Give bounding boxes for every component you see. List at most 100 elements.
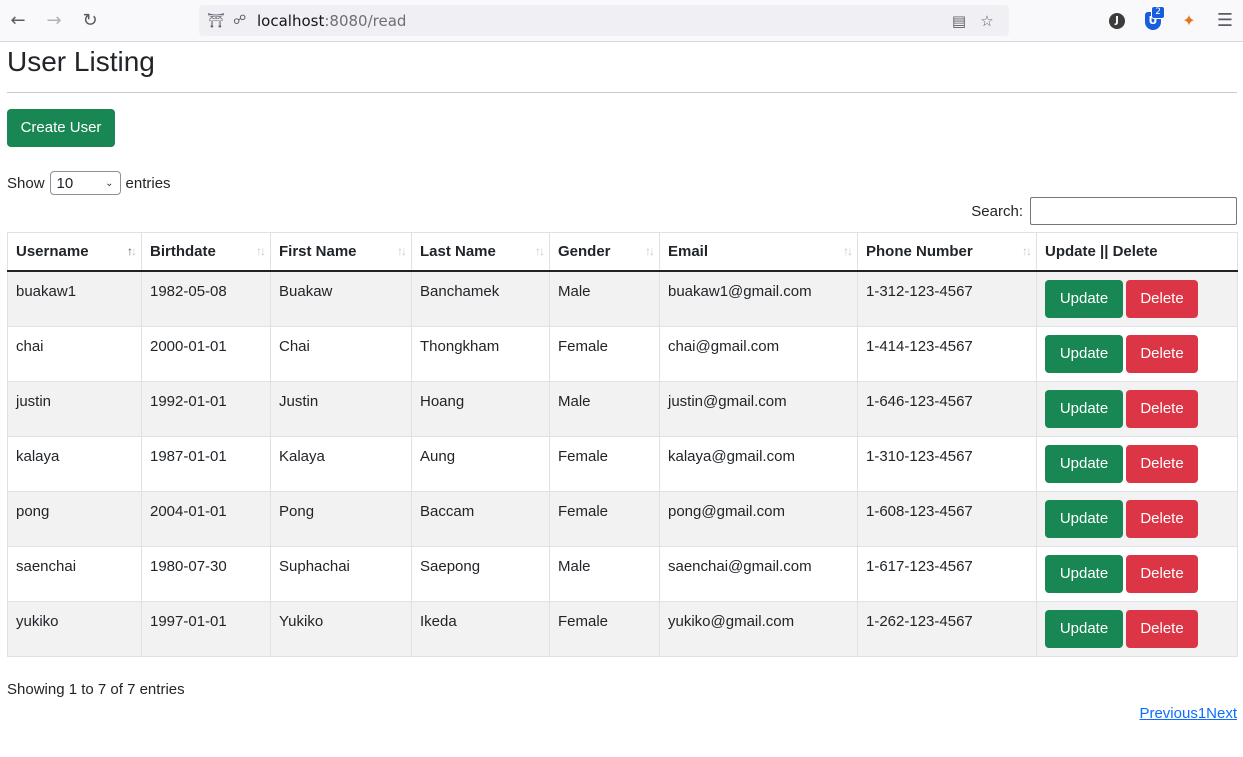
table-cell: Justin (270, 381, 412, 437)
table-row: pong 2004-01-01 Pong Baccam Female pong@gmail… (7, 491, 1238, 547)
table-cell: 1980-07-30 (141, 546, 271, 602)
delete-button[interactable]: Delete (1126, 500, 1198, 538)
address-bar[interactable]: ⛩ ☍ localhost:8080/read ▤ ☆ (199, 5, 1009, 36)
column-header: Update || Delete (1036, 232, 1238, 272)
entries-length-control: Show 10 ⌄ entries (7, 171, 1237, 195)
table-cell: Female (549, 436, 660, 492)
column-header-label: Email (668, 243, 709, 260)
users-table: Username ↑↓ Birthdate ↑↓ First Name ↑↓ Last Na… (7, 232, 1238, 657)
table-cell: Yukiko (270, 601, 412, 657)
update-button[interactable]: Update (1045, 335, 1123, 373)
url-path: :8080/read (324, 11, 407, 30)
url-host: localhost (257, 11, 325, 30)
column-header-label: Update || Delete (1045, 243, 1158, 260)
table-cell: Chai (270, 326, 412, 382)
entries-select[interactable]: 10 ⌄ (49, 171, 121, 195)
row-actions: Update Delete (1036, 601, 1238, 657)
sort-icon: ↑↓ (1022, 244, 1032, 258)
table-cell: Female (549, 326, 660, 382)
update-button[interactable]: Update (1045, 500, 1123, 538)
reload-icon[interactable]: ↻ (72, 0, 108, 41)
table-cell: 1-608-123-4567 (857, 491, 1037, 547)
page-1-link[interactable]: 1 (1198, 705, 1206, 722)
table-cell: Ikeda (411, 601, 550, 657)
delete-button[interactable]: Delete (1126, 335, 1198, 373)
row-actions: Update Delete (1036, 436, 1238, 492)
previous-page-link[interactable]: Previous (1139, 705, 1197, 722)
bookmark-star-icon[interactable]: ☆ (973, 12, 1001, 30)
table-row: buakaw1 1982-05-08 Buakaw Banchamek Male buak… (7, 270, 1238, 327)
column-header-label: Phone Number (866, 243, 973, 260)
table-cell: 1-312-123-4567 (857, 270, 1037, 327)
column-header-label: First Name (279, 243, 357, 260)
column-header[interactable]: Phone Number ↑↓ (857, 232, 1037, 272)
table-row: kalaya 1987-01-01 Kalaya Aung Female kalaya@g… (7, 436, 1238, 492)
table-cell: 1-414-123-4567 (857, 326, 1037, 382)
sort-icon: ↑↓ (843, 244, 853, 258)
update-button[interactable]: Update (1045, 445, 1123, 483)
table-cell: yukiko (7, 601, 142, 657)
chevron-down-icon: ⌄ (105, 177, 114, 189)
column-header[interactable]: Birthdate ↑↓ (141, 232, 271, 272)
row-actions: Update Delete (1036, 381, 1238, 437)
create-user-button[interactable]: Create User (7, 109, 115, 147)
table-cell: justin (7, 381, 142, 437)
table-cell: saenchai@gmail.com (659, 546, 858, 602)
reader-view-icon[interactable]: ▤ (945, 12, 973, 30)
table-cell: 2004-01-01 (141, 491, 271, 547)
row-actions: Update Delete (1036, 546, 1238, 602)
menu-icon[interactable]: ☰ (1207, 0, 1243, 41)
table-row: yukiko 1997-01-01 Yukiko Ikeda Female yukiko@… (7, 601, 1238, 657)
table-cell: buakaw1@gmail.com (659, 270, 858, 327)
table-cell: Thongkham (411, 326, 550, 382)
sort-icon: ↑↓ (127, 244, 137, 258)
back-icon[interactable]: ← (0, 0, 36, 41)
delete-button[interactable]: Delete (1126, 610, 1198, 648)
fox-extension-icon[interactable]: ✦ (1171, 0, 1207, 41)
show-label: Show (7, 174, 45, 192)
table-cell: Baccam (411, 491, 550, 547)
table-cell: 1-617-123-4567 (857, 546, 1037, 602)
column-header[interactable]: Email ↑↓ (659, 232, 858, 272)
delete-button[interactable]: Delete (1126, 280, 1198, 318)
search-input[interactable] (1030, 197, 1237, 225)
table-cell: kalaya@gmail.com (659, 436, 858, 492)
url-text[interactable]: localhost:8080/read (257, 12, 406, 30)
page-info-icon[interactable]: ☍ (233, 13, 247, 28)
update-button[interactable]: Update (1045, 280, 1123, 318)
table-cell: 1987-01-01 (141, 436, 271, 492)
delete-button[interactable]: Delete (1126, 445, 1198, 483)
account-avatar[interactable]: J (1099, 0, 1135, 41)
entries-label: entries (125, 174, 171, 192)
table-cell: 1992-01-01 (141, 381, 271, 437)
next-page-link[interactable]: Next (1206, 705, 1237, 722)
update-button[interactable]: Update (1045, 555, 1123, 593)
table-cell: saenchai (7, 546, 142, 602)
sort-icon: ↑↓ (535, 244, 545, 258)
table-cell: buakaw1 (7, 270, 142, 327)
tracking-shield-icon[interactable]: ⛩ (207, 13, 225, 29)
entries-select-value: 10 (56, 174, 74, 192)
column-header[interactable]: Username ↑↓ (7, 232, 142, 272)
column-header[interactable]: First Name ↑↓ (270, 232, 412, 272)
delete-button[interactable]: Delete (1126, 555, 1198, 593)
column-header[interactable]: Gender ↑↓ (549, 232, 660, 272)
table-cell: Female (549, 601, 660, 657)
page-title: User Listing (7, 46, 155, 77)
browser-toolbar: ← → ↻ ⛩ ☍ localhost:8080/read ▤ ☆ J U 2 … (0, 0, 1243, 42)
column-header[interactable]: Last Name ↑↓ (411, 232, 550, 272)
forward-icon[interactable]: → (36, 0, 72, 41)
table-cell: Male (549, 270, 660, 327)
table-row: chai 2000-01-01 Chai Thongkham Female chai@gm… (7, 326, 1238, 382)
row-actions: Update Delete (1036, 270, 1238, 327)
column-header-label: Last Name (420, 243, 496, 260)
table-cell: justin@gmail.com (659, 381, 858, 437)
delete-button[interactable]: Delete (1126, 390, 1198, 428)
row-actions: Update Delete (1036, 326, 1238, 382)
table-cell: Female (549, 491, 660, 547)
password-extension-icon[interactable]: U 2 (1135, 0, 1171, 41)
page-content: User Listing Create User Show 10 ⌄ entri… (7, 42, 1238, 722)
table-cell: pong (7, 491, 142, 547)
update-button[interactable]: Update (1045, 610, 1123, 648)
update-button[interactable]: Update (1045, 390, 1123, 428)
